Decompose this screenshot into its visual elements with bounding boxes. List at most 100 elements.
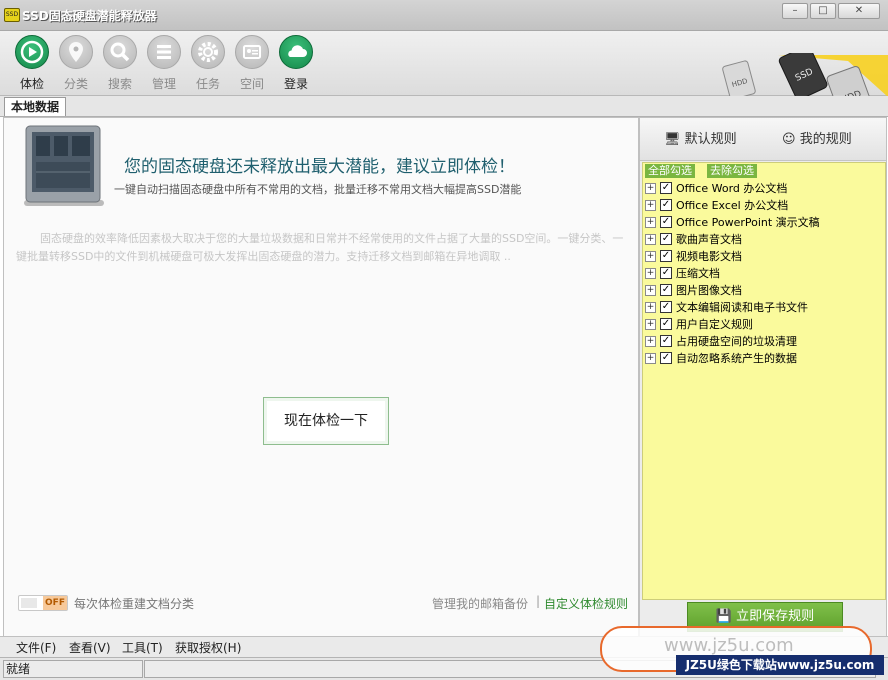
- rebuild-toggle-label: 每次体检重建文档分类: [74, 597, 195, 611]
- rule-label: 文本编辑阅读和电子书文件: [676, 301, 808, 314]
- scan-now-button[interactable]: 现在体检一下: [263, 397, 389, 445]
- rule-item[interactable]: + ✓ 歌曲声音文档: [645, 231, 742, 248]
- tab-my-rules[interactable]: ☺ 我的规则: [782, 128, 852, 147]
- link-separator: |: [536, 594, 541, 608]
- rule-label: 自动忽略系统产生的数据: [676, 352, 797, 365]
- checkbox-checked[interactable]: ✓: [660, 199, 672, 211]
- play-icon: [20, 40, 44, 64]
- rule-item[interactable]: + ✓ 视频电影文档: [645, 248, 742, 265]
- location-pin-icon: [69, 42, 83, 62]
- ssd-disk-image: [24, 125, 104, 206]
- window-title: SSD固态硬盘潜能释放器: [22, 9, 157, 23]
- expand-icon[interactable]: +: [645, 318, 656, 330]
- expand-icon[interactable]: +: [645, 250, 656, 262]
- menu-license[interactable]: 获取授权(H): [175, 639, 241, 656]
- expand-icon[interactable]: +: [645, 284, 656, 296]
- rules-panel: 🖥 默认规则 ☺ 我的规则 全部勾选 去除勾选 + ✓ Office Word 办公…: [639, 117, 887, 637]
- expand-icon[interactable]: +: [645, 267, 656, 279]
- save-rules-label: 立即保存规则: [736, 609, 815, 624]
- toolbar-space-button[interactable]: 空间: [233, 33, 271, 93]
- expand-icon[interactable]: +: [645, 216, 656, 228]
- toolbar-login-button[interactable]: 登录: [277, 33, 315, 93]
- rule-item[interactable]: + ✓ Office PowerPoint 演示文稿: [645, 214, 820, 231]
- rule-label: 占用硬盘空间的垃圾清理: [676, 335, 797, 348]
- tab-default-rules[interactable]: 🖥 默认规则: [664, 128, 737, 147]
- toolbar-category-button[interactable]: 分类: [57, 33, 95, 93]
- watermark-site: www.jz5u.com: [664, 635, 794, 656]
- expand-icon[interactable]: +: [645, 182, 656, 194]
- tab-local-data[interactable]: 本地数据: [4, 97, 67, 116]
- subline: 一键自动扫描固态硬盘中所有不常用的文档，批量迁移不常用文档大幅提高SSD潜能: [114, 183, 522, 196]
- checkbox-checked[interactable]: ✓: [660, 284, 672, 296]
- id-card-icon: [243, 45, 261, 59]
- rule-item[interactable]: + ✓ 自动忽略系统产生的数据: [645, 350, 797, 367]
- checkbox-checked[interactable]: ✓: [660, 216, 672, 228]
- rule-label: 视频电影文档: [676, 250, 742, 263]
- rule-item[interactable]: + ✓ 占用硬盘空间的垃圾清理: [645, 333, 797, 350]
- expand-icon[interactable]: +: [645, 352, 656, 364]
- toolbar-checkup-button[interactable]: 体检: [13, 33, 51, 93]
- expand-icon[interactable]: +: [645, 301, 656, 313]
- search-icon: [110, 42, 130, 62]
- checkbox-checked[interactable]: ✓: [660, 301, 672, 313]
- toolbar-manage-button[interactable]: 管理: [145, 33, 183, 93]
- rule-label: Office Excel 办公文档: [676, 199, 789, 212]
- toggle-grip: [21, 598, 37, 608]
- rule-label: 用户自定义规则: [676, 318, 753, 331]
- rule-item[interactable]: + ✓ Office Word 办公文档: [645, 180, 787, 197]
- close-icon[interactable]: ✕: [838, 3, 880, 19]
- gear-icon: [198, 42, 218, 62]
- checkbox-checked[interactable]: ✓: [660, 267, 672, 279]
- expand-icon[interactable]: +: [645, 335, 656, 347]
- toolbar-space-label: 空间: [239, 77, 264, 91]
- select-all-button[interactable]: 全部勾选: [645, 164, 695, 178]
- expand-icon[interactable]: +: [645, 233, 656, 245]
- toolbar-checkup-label: 体检: [19, 77, 44, 91]
- menu-tools[interactable]: 工具(T): [122, 639, 163, 656]
- rule-item[interactable]: + ✓ 用户自定义规则: [645, 316, 753, 333]
- rules-list-area: 全部勾选 去除勾选 + ✓ Office Word 办公文档 + ✓ Office Ex…: [642, 162, 886, 600]
- toolbar-manage-label: 管理: [151, 77, 176, 91]
- clear-all-button[interactable]: 去除勾选: [707, 164, 757, 178]
- rule-label: 压缩文档: [676, 267, 720, 280]
- description-text: 固态硬盘的效率降低因素极大取决于您的大量垃圾数据和日常并不经常使用的文件占据了大…: [16, 232, 624, 263]
- rebuild-toggle[interactable]: OFF: [18, 595, 68, 611]
- watermark-banner: JZ5U绿色下载站www.jz5u.com: [676, 655, 884, 675]
- toggle-state: OFF: [43, 596, 67, 610]
- rule-label: Office Word 办公文档: [676, 182, 788, 195]
- toolbar-task-button[interactable]: 任务: [189, 33, 227, 93]
- rule-item[interactable]: + ✓ 压缩文档: [645, 265, 720, 282]
- checkbox-checked[interactable]: ✓: [660, 182, 672, 194]
- rule-label: 歌曲声音文档: [676, 233, 742, 246]
- rule-item[interactable]: + ✓ Office Excel 办公文档: [645, 197, 788, 214]
- tab-default-rules-label: 默认规则: [684, 132, 737, 147]
- checkbox-checked[interactable]: ✓: [660, 250, 672, 262]
- tab-bar: 本地数据: [0, 96, 888, 117]
- minimize-icon[interactable]: –: [782, 3, 808, 19]
- rule-item[interactable]: + ✓ 图片图像文档: [645, 282, 742, 299]
- title-bar: SSD SSD固态硬盘潜能释放器 – □ ✕: [0, 0, 888, 31]
- tab-my-rules-label: 我的规则: [799, 132, 852, 147]
- toolbar-search-button[interactable]: 搜索: [101, 33, 139, 93]
- main-panel: 您的固态硬盘还未释放出最大潜能，建议立即体检！ 一键自动扫描固态硬盘中所有不常用…: [3, 117, 639, 637]
- rule-label: 图片图像文档: [676, 284, 742, 297]
- headline: 您的固态硬盘还未释放出最大潜能，建议立即体检！: [124, 157, 515, 177]
- expand-icon[interactable]: +: [645, 199, 656, 211]
- menu-file[interactable]: 文件(F): [16, 639, 56, 656]
- rule-item[interactable]: + ✓ 文本编辑阅读和电子书文件: [645, 299, 808, 316]
- custom-rules-link[interactable]: 自定义体检规则: [544, 595, 628, 612]
- checkbox-checked[interactable]: ✓: [660, 318, 672, 330]
- rules-tabs: 🖥 默认规则 ☺ 我的规则: [640, 118, 886, 161]
- main-toolbar: 体检 分类 搜索 管理 任务 空间 登录 HDD SSD HDD: [0, 31, 888, 122]
- menu-view[interactable]: 查看(V): [69, 639, 111, 656]
- checkbox-checked[interactable]: ✓: [660, 335, 672, 347]
- toolbar-search-label: 搜索: [107, 77, 132, 91]
- manage-mail-backup-link[interactable]: 管理我的邮箱备份: [432, 595, 528, 612]
- maximize-icon[interactable]: □: [810, 3, 836, 19]
- checkbox-checked[interactable]: ✓: [660, 233, 672, 245]
- checkbox-checked[interactable]: ✓: [660, 352, 672, 364]
- toolbar-login-label: 登录: [283, 77, 308, 91]
- monitor-icon: 🖥: [664, 132, 681, 147]
- status-text: 就绪: [3, 660, 143, 678]
- smiley-icon: ☺: [782, 132, 796, 147]
